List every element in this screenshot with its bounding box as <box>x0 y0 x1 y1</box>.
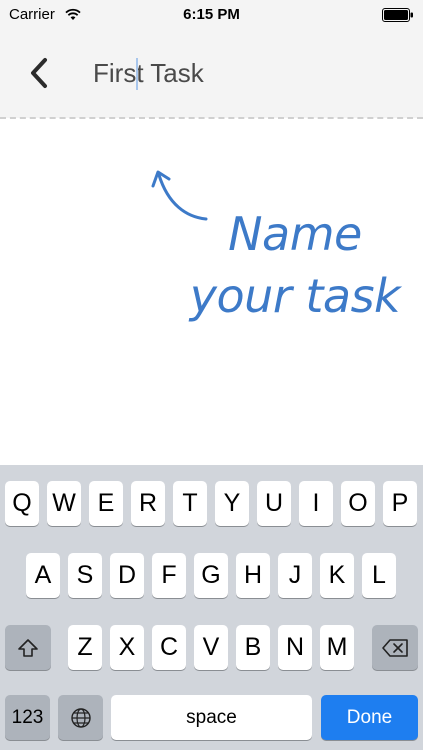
status-bar: Carrier 6:15 PM <box>0 0 423 30</box>
key-m[interactable]: M <box>320 625 354 670</box>
done-key[interactable]: Done <box>321 695 418 740</box>
numbers-key[interactable]: 123 <box>5 695 50 740</box>
shift-key[interactable] <box>5 625 51 670</box>
header-divider <box>0 117 423 119</box>
key-c[interactable]: C <box>152 625 186 670</box>
key-v[interactable]: V <box>194 625 228 670</box>
text-caret <box>136 58 138 90</box>
key-e[interactable]: E <box>89 481 123 526</box>
key-x[interactable]: X <box>110 625 144 670</box>
key-t[interactable]: T <box>173 481 207 526</box>
chevron-left-icon <box>31 58 47 88</box>
key-d[interactable]: D <box>110 553 144 598</box>
key-s[interactable]: S <box>68 553 102 598</box>
delete-key[interactable] <box>372 625 418 670</box>
key-j[interactable]: J <box>278 553 312 598</box>
key-l[interactable]: L <box>362 553 396 598</box>
shift-icon <box>18 638 38 657</box>
key-w[interactable]: W <box>47 481 81 526</box>
status-time: 6:15 PM <box>183 6 240 23</box>
key-b[interactable]: B <box>236 625 270 670</box>
space-key[interactable]: space <box>111 695 312 740</box>
hint-line-2: your task <box>189 269 401 323</box>
key-h[interactable]: H <box>236 553 270 598</box>
back-button[interactable] <box>22 52 56 94</box>
key-z[interactable]: Z <box>68 625 102 670</box>
key-n[interactable]: N <box>278 625 312 670</box>
key-p[interactable]: P <box>383 481 417 526</box>
key-a[interactable]: A <box>26 553 60 598</box>
backspace-icon <box>382 638 408 657</box>
key-i[interactable]: I <box>299 481 333 526</box>
battery-icon <box>382 8 413 22</box>
task-name-input[interactable]: First Task <box>93 56 403 90</box>
globe-key[interactable] <box>58 695 103 740</box>
key-q[interactable]: Q <box>5 481 39 526</box>
hint-line-1: Name <box>228 207 362 261</box>
key-r[interactable]: R <box>131 481 165 526</box>
key-u[interactable]: U <box>257 481 291 526</box>
key-k[interactable]: K <box>320 553 354 598</box>
hint-text: Name your task <box>180 203 410 327</box>
key-f[interactable]: F <box>152 553 186 598</box>
key-o[interactable]: O <box>341 481 375 526</box>
key-y[interactable]: Y <box>215 481 249 526</box>
key-g[interactable]: G <box>194 553 228 598</box>
keyboard: Q W E R T Y U I O P A S D F G H J K L Z … <box>0 465 423 750</box>
globe-icon <box>70 707 91 728</box>
